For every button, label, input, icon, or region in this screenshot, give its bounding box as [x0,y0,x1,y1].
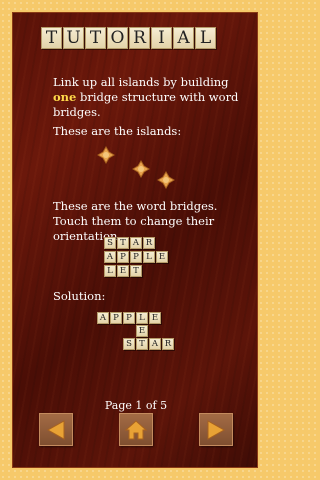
home-icon [125,419,147,439]
letter-tile: T [117,237,129,249]
word-bridge-let[interactable]: L E T [104,265,142,277]
letter-tile: E [117,265,129,277]
solution-middle: E [136,325,148,337]
letter-tile: T [130,265,142,277]
letter-tile: E [156,251,168,263]
title: T U T O R I A L [41,27,216,49]
title-tile: T [85,27,106,49]
letter-tile: P [110,312,122,324]
island-icon [97,146,115,164]
word-bridge-star[interactable]: S T A R [104,237,155,249]
letter-tile: L [143,251,155,263]
letter-tile: L [104,265,116,277]
letter-tile: A [149,338,161,350]
island-icon [132,160,150,178]
letter-tile: R [162,338,174,350]
letter-tile: E [136,325,148,337]
home-button[interactable] [119,413,153,446]
letter-tile: S [104,237,116,249]
letter-tile: A [130,237,142,249]
letter-tile: P [117,251,129,263]
left-arrow-icon [46,419,65,440]
letter-tile: R [143,237,155,249]
solution-row-apple: A P P L E [97,312,161,324]
letter-tile: A [97,312,109,324]
title-tile: O [107,27,128,49]
letter-tile: A [104,251,116,263]
title-tile: L [195,27,216,49]
title-tile: R [129,27,150,49]
title-tile: I [151,27,172,49]
solution-label: Solution: [53,289,106,303]
intro-text: Link up all islands by building one brid… [53,75,239,119]
letter-tile: E [149,312,161,324]
letter-tile: S [123,338,135,350]
page-indicator: Page 1 of 5 [104,399,168,412]
title-tile: T [41,27,62,49]
solution-row-star: S T A R [123,338,174,350]
word-bridge-apple[interactable]: A P P L E [104,251,168,263]
title-tile: U [63,27,84,49]
letter-tile: P [130,251,142,263]
highlight-word: one [53,90,77,104]
letter-tile: T [136,338,148,350]
island-icon [157,171,175,189]
right-arrow-icon [207,419,226,440]
letter-tile: P [123,312,135,324]
islands-label: These are the islands: [53,124,182,138]
next-button[interactable] [199,413,233,446]
title-tile: A [173,27,194,49]
prev-button[interactable] [39,413,73,446]
letter-tile: L [136,312,148,324]
tutorial-panel: T U T O R I A L Link up all islands by b… [12,12,258,468]
